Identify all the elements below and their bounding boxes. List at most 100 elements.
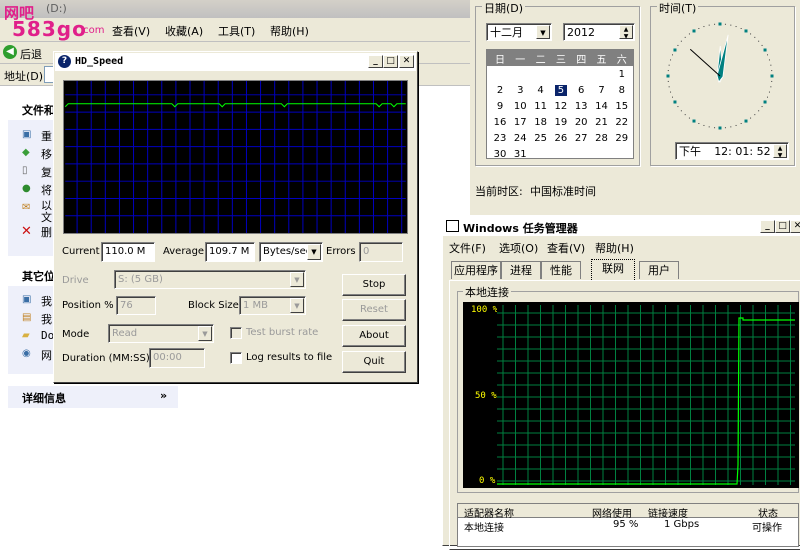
cell-adapter-name[interactable]: 本地连接 (464, 519, 504, 534)
calendar-day[interactable]: 2 (490, 85, 510, 96)
about-button[interactable]: About (342, 325, 406, 347)
spin-icon[interactable]: ▲ ▼ (619, 25, 633, 40)
menu-favorites[interactable]: 收藏(A) (165, 23, 203, 39)
maximize-button[interactable]: □ (775, 220, 790, 233)
duration-field[interactable]: 00:00 (149, 348, 205, 368)
menu-tools[interactable]: 工具(T) (218, 23, 255, 39)
minimize-button[interactable]: _ (368, 55, 383, 68)
menu-options[interactable]: 选项(O) (499, 240, 538, 256)
menu-view[interactable]: 查看(V) (547, 240, 585, 256)
calendar-day[interactable]: 30 (490, 149, 510, 160)
calendar-day[interactable]: 4 (531, 85, 551, 96)
close-button[interactable]: ✕ (399, 55, 414, 68)
calendar-day[interactable]: 17 (510, 117, 530, 128)
close-button[interactable]: ✕ (790, 220, 800, 233)
calendar-day[interactable]: 28 (592, 133, 612, 144)
errors-field: 0 (359, 242, 403, 262)
year-spinner[interactable]: 2012 ▲ ▼ (563, 23, 635, 41)
clock-minute-mark (688, 117, 690, 119)
calendar-day[interactable]: 13 (571, 101, 591, 112)
calendar-day[interactable]: 29 (612, 133, 632, 144)
calendar-day[interactable]: 31 (510, 149, 530, 160)
task-item[interactable]: 将 (41, 182, 52, 198)
calendar-day[interactable]: 5 (554, 85, 567, 96)
calendar-day[interactable]: 19 (551, 117, 571, 128)
calendar-day[interactable]: 26 (551, 133, 571, 144)
time-value[interactable]: 12: 01: 52 (714, 145, 770, 158)
calendar-day[interactable]: 3 (510, 85, 530, 96)
calendar-day[interactable]: 16 (490, 117, 510, 128)
col-speed[interactable]: 链接速度 (648, 505, 688, 520)
watermark-logo: 网吧 583go .com (4, 2, 114, 42)
tab-applications[interactable]: 应用程序 (451, 261, 501, 279)
unit-select[interactable]: Bytes/sec ▼ (259, 242, 323, 262)
back-button-label[interactable]: 后退 (20, 46, 42, 62)
task-item[interactable]: 移 (41, 146, 52, 162)
calendar-day[interactable]: 11 (531, 101, 551, 112)
place-item[interactable]: 我 (41, 293, 52, 309)
calendar-day[interactable]: 10 (510, 101, 530, 112)
time-spinner[interactable]: 下午 12: 01: 52 ▲ ▼ (675, 142, 789, 160)
calendar-grid[interactable]: 日一二三四五六 1 2 3 4 5 6 7 8 9 10 11 12 13 14 15 16 17 18 19 20 21… (486, 49, 634, 160)
chevron-down-icon[interactable]: » (160, 389, 167, 402)
tab-performance[interactable]: 性能 (541, 261, 581, 279)
calendar-day[interactable]: 22 (612, 117, 632, 128)
position-field[interactable]: 76 (116, 296, 156, 315)
task-item[interactable]: 重 (41, 128, 52, 144)
chevron-down-icon[interactable]: ▼ (290, 272, 304, 287)
clock-minute-mark (677, 106, 679, 108)
spin-icon[interactable]: ▲ ▼ (773, 144, 787, 159)
chevron-down-icon[interactable]: ▼ (536, 25, 550, 39)
position-label: Position % (62, 300, 114, 311)
chevron-down-icon[interactable]: ▼ (198, 326, 212, 341)
calendar-day[interactable]: 24 (510, 133, 530, 144)
calendar-day[interactable]: 20 (571, 117, 591, 128)
log-checkbox[interactable] (230, 352, 242, 364)
ampm-value[interactable]: 下午 (679, 145, 701, 158)
col-usage[interactable]: 网络使用 (592, 505, 632, 520)
chevron-down-icon[interactable]: ▼ (307, 244, 321, 260)
calendar-day[interactable]: 9 (490, 101, 510, 112)
tab-users[interactable]: 用户 (639, 261, 679, 279)
calendar-day[interactable]: 6 (571, 85, 591, 96)
calendar-day[interactable]: 1 (612, 69, 632, 80)
details-panel[interactable]: 详细信息 » (8, 386, 178, 408)
minimize-button[interactable]: _ (760, 220, 775, 233)
clock-minute-mark (680, 110, 682, 112)
calendar-day[interactable]: 7 (592, 85, 612, 96)
stop-button[interactable]: Stop (342, 274, 406, 296)
col-state[interactable]: 状态 (758, 505, 778, 520)
menu-help[interactable]: 帮助(H) (595, 240, 634, 256)
menu-file[interactable]: 文件(F) (449, 240, 486, 256)
month-select[interactable]: 十二月 ▼ (486, 23, 552, 41)
blocksize-select[interactable]: 1 MB ▼ (239, 296, 306, 315)
tab-processes[interactable]: 进程 (501, 261, 541, 279)
mode-select[interactable]: Read ▼ (108, 324, 214, 343)
place-item[interactable]: 我 (41, 311, 52, 327)
calendar-day[interactable]: 25 (531, 133, 551, 144)
task-item[interactable]: 复 (41, 164, 52, 180)
calendar-day[interactable]: 12 (551, 101, 571, 112)
col-adapter-name[interactable]: 适配器名称 (464, 505, 514, 520)
calendar-day[interactable]: 21 (592, 117, 612, 128)
menu-help[interactable]: 帮助(H) (270, 23, 309, 39)
burst-checkbox[interactable] (230, 327, 242, 339)
chevron-down-icon[interactable]: ▼ (290, 298, 304, 313)
back-icon[interactable]: ◀ (3, 45, 17, 59)
calendar-day[interactable]: 18 (531, 117, 551, 128)
quit-button[interactable]: Quit (342, 351, 406, 373)
tab-networking[interactable]: 联网 (591, 259, 635, 280)
calendar-day[interactable]: 15 (612, 101, 632, 112)
drive-select[interactable]: S: (5 GB) ▼ (114, 270, 306, 289)
calendar-day[interactable]: 23 (490, 133, 510, 144)
reset-button[interactable]: Reset (342, 299, 406, 321)
menu-view[interactable]: 查看(V) (112, 23, 150, 39)
errors-label: Errors (326, 246, 356, 257)
calendar-day[interactable]: 27 (571, 133, 591, 144)
task-item[interactable]: 删 (41, 224, 52, 240)
clock-hour-mark (673, 48, 677, 52)
calendar-day[interactable]: 14 (592, 101, 612, 112)
maximize-button[interactable]: □ (383, 55, 398, 68)
place-item[interactable]: 网 (41, 347, 52, 363)
calendar-day[interactable]: 8 (612, 85, 632, 96)
